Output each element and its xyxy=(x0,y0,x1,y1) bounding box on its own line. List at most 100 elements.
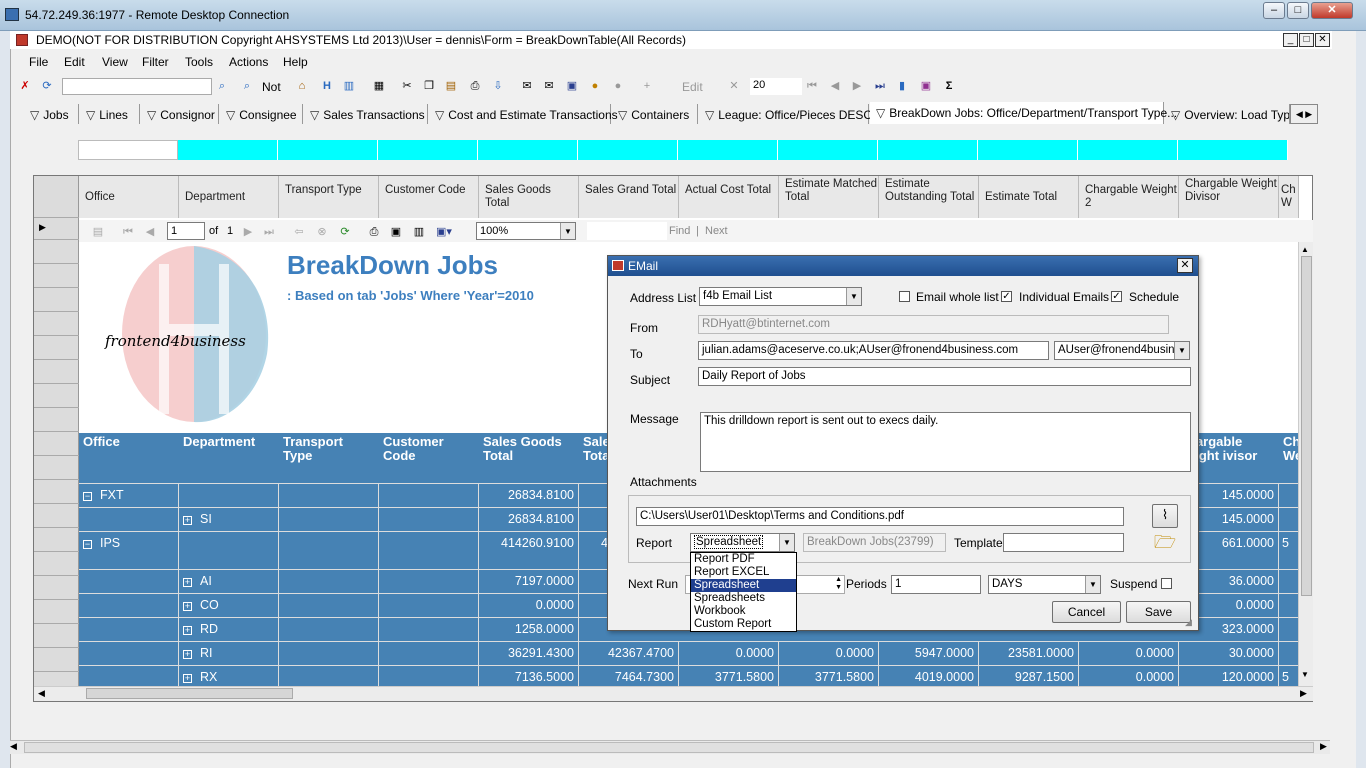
grid-horizontal-scrollbar[interactable]: ◀ ▶ xyxy=(34,686,1313,701)
search-icon[interactable]: ⌕ xyxy=(215,79,229,93)
menu-edit[interactable]: Edit xyxy=(64,55,85,69)
menu-filter[interactable]: Filter xyxy=(142,55,169,69)
page-size-input[interactable]: 20 xyxy=(750,78,802,95)
email-whole-list-checkbox[interactable] xyxy=(899,291,910,302)
not-button[interactable]: Not xyxy=(262,80,281,94)
add-icon[interactable]: + xyxy=(640,79,654,93)
filter-cell[interactable] xyxy=(378,140,478,160)
col-header-estimate-total[interactable]: Estimate Total xyxy=(979,176,1079,218)
filter-cell[interactable] xyxy=(1178,140,1288,160)
template-field[interactable] xyxy=(1003,533,1124,552)
find-link[interactable]: Find xyxy=(669,225,690,237)
paperclip-icon[interactable]: ⌇ xyxy=(1152,504,1178,528)
palette-icon[interactable]: ● xyxy=(588,79,602,93)
option-spreadsheets[interactable]: Spreadsheets xyxy=(691,592,796,605)
filter-cell[interactable] xyxy=(478,140,578,160)
option-custom-report[interactable]: Custom Report xyxy=(691,618,796,631)
filter-cell[interactable] xyxy=(278,140,378,160)
option-report-excel[interactable]: Report EXCEL xyxy=(691,566,796,579)
copy-icon[interactable]: ❐ xyxy=(422,79,436,93)
clear-filter-icon[interactable]: ✗ xyxy=(18,79,32,93)
document-map-icon[interactable]: ▤ xyxy=(91,225,105,239)
report-type-select[interactable]: Spreadsheet ▼ xyxy=(690,533,795,552)
col-header-transport-type[interactable]: Transport Type xyxy=(279,176,379,218)
expand-icon[interactable]: + xyxy=(183,626,192,635)
subject-field[interactable]: Daily Report of Jobs xyxy=(698,367,1191,386)
col-header-estimate-outstanding-total[interactable]: Estimate Outstanding Total xyxy=(879,176,979,218)
resize-grip-icon[interactable]: ◢ xyxy=(1185,617,1192,628)
row-header[interactable] xyxy=(34,432,79,456)
back-icon[interactable]: ⇦ xyxy=(292,225,306,239)
row-header[interactable] xyxy=(34,480,79,504)
zoom-select[interactable]: 100% ▼ xyxy=(476,222,576,240)
row-header[interactable] xyxy=(34,552,79,576)
tab-league[interactable]: ▽ League: Office/Pieces DESC xyxy=(699,104,872,124)
row-header[interactable] xyxy=(34,384,79,408)
row-header[interactable] xyxy=(34,408,79,432)
row-header[interactable] xyxy=(34,504,79,528)
header-icon[interactable]: H xyxy=(320,79,334,93)
row-header[interactable] xyxy=(34,576,79,600)
scroll-left-icon[interactable]: ◀ xyxy=(38,688,45,699)
period-unit-select[interactable]: DAYS ▼ xyxy=(988,575,1101,594)
collapse-icon[interactable]: − xyxy=(83,492,92,501)
scroll-right-icon[interactable]: ▶ xyxy=(1300,688,1307,699)
import-icon[interactable]: ⇩ xyxy=(491,79,505,93)
open-mail-icon[interactable]: ✉ xyxy=(542,79,556,93)
paste-icon[interactable]: ▤ xyxy=(444,79,458,93)
refresh-report-icon[interactable]: ⟳ xyxy=(338,225,352,239)
tab-sales-transactions[interactable]: ▽ Sales Transactions xyxy=(304,104,428,124)
first-record-icon[interactable]: ⏮ xyxy=(805,79,819,93)
row-header[interactable] xyxy=(34,288,79,312)
attachment-path-field[interactable]: C:\Users\User01\Desktop\Terms and Condit… xyxy=(636,507,1124,526)
filter-input[interactable] xyxy=(62,78,212,95)
tab-consignor[interactable]: ▽ Consignor xyxy=(141,104,219,124)
window-horizontal-scrollbar[interactable]: ◀ ▶ xyxy=(10,740,1330,754)
message-field[interactable]: This drilldown report is sent out to exe… xyxy=(700,412,1191,472)
scroll-thumb[interactable] xyxy=(24,742,1314,753)
dialog-close-button[interactable]: ✕ xyxy=(1177,258,1193,273)
print-layout-icon[interactable]: ▣ xyxy=(389,225,403,239)
next-record-icon[interactable]: ▶ xyxy=(850,79,864,93)
to-address-select[interactable]: AUser@fronend4busine: ▼ xyxy=(1054,341,1190,360)
filter-cell[interactable] xyxy=(778,140,878,160)
filter-cell-office[interactable] xyxy=(78,140,178,160)
open-folder-icon[interactable]: 🗁 xyxy=(1152,530,1178,554)
col-header-sales-goods-total[interactable]: Sales Goods Total xyxy=(479,176,579,218)
periods-field[interactable]: 1 xyxy=(891,575,981,594)
stop-icon[interactable]: ⊗ xyxy=(315,225,329,239)
prev-record-icon[interactable]: ◀ xyxy=(828,79,842,93)
last-record-icon[interactable]: ⏭ xyxy=(873,79,887,93)
spinner-icon[interactable]: ▲ ▼ xyxy=(835,576,842,592)
cut-icon[interactable]: ✂ xyxy=(400,79,414,93)
row-header[interactable] xyxy=(34,528,79,552)
chart-icon[interactable]: ▮ xyxy=(895,79,909,93)
tab-scroll-buttons[interactable]: ◀ ▶ xyxy=(1290,104,1318,124)
maximize-button[interactable]: □ xyxy=(1287,2,1309,19)
scroll-down-icon[interactable]: ▼ xyxy=(1301,670,1309,679)
schedule-checkbox[interactable]: ✓ xyxy=(1111,291,1122,302)
filter-cell[interactable] xyxy=(678,140,778,160)
expand-icon[interactable]: + xyxy=(183,578,192,587)
save-icon[interactable]: ▣ xyxy=(565,79,579,93)
app-restore-button[interactable]: □ xyxy=(1299,33,1314,47)
menu-view[interactable]: View xyxy=(102,55,128,69)
home-icon[interactable]: ⌂ xyxy=(295,79,309,93)
close-button[interactable]: ✕ xyxy=(1311,2,1353,19)
menu-actions[interactable]: Actions xyxy=(229,55,268,69)
report-icon[interactable]: ▣ xyxy=(919,79,933,93)
zoom-icon[interactable]: ⌕ xyxy=(240,79,254,93)
tab-cost-estimate[interactable]: ▽ Cost and Estimate Transactions xyxy=(429,104,618,124)
expand-icon[interactable]: + xyxy=(183,516,192,525)
tab-lines[interactable]: ▽ Lines xyxy=(80,104,140,124)
expand-icon[interactable]: + xyxy=(183,674,192,683)
menu-file[interactable]: File xyxy=(29,55,48,69)
col-header-ch-w[interactable]: Ch W xyxy=(1279,176,1299,218)
page-setup-icon[interactable]: ▥ xyxy=(412,225,426,239)
find-input[interactable] xyxy=(587,222,667,240)
next-link[interactable]: Next xyxy=(705,225,728,237)
row-header[interactable] xyxy=(34,264,79,288)
scroll-thumb[interactable] xyxy=(86,688,293,699)
calculator-icon[interactable]: ▦ xyxy=(372,79,386,93)
col-header-actual-cost-total[interactable]: Actual Cost Total xyxy=(679,176,779,218)
